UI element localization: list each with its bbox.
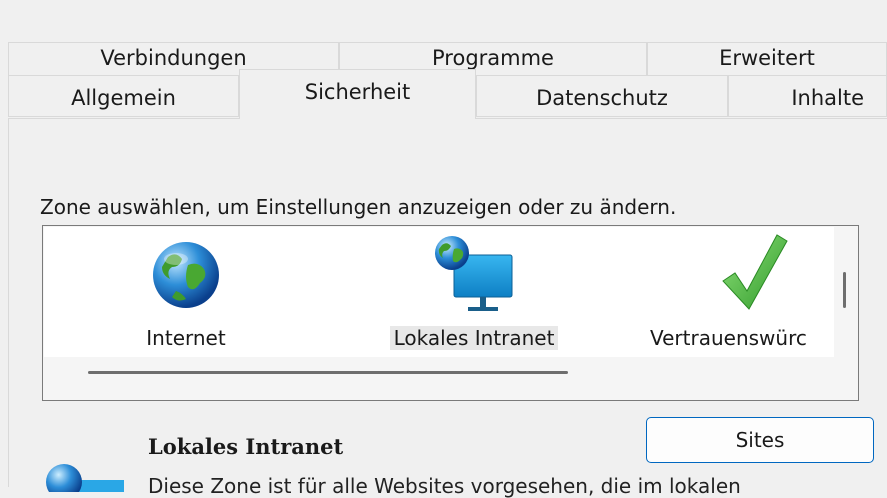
zone-label-internet: Internet bbox=[146, 326, 226, 350]
vertical-scroll-thumb[interactable] bbox=[843, 272, 846, 308]
horizontal-scroll-thumb[interactable] bbox=[88, 371, 568, 374]
zone-item-vertrauenswuerdige-sites[interactable]: Vertrauenswürc bbox=[644, 227, 834, 357]
zone-item-internet[interactable]: Internet bbox=[86, 227, 286, 357]
selected-zone-description: Diese Zone ist für alle Websites vorgese… bbox=[148, 474, 741, 498]
tab-inhalte[interactable]: Inhalte bbox=[728, 75, 887, 117]
tab-datenschutz[interactable]: Datenschutz bbox=[476, 75, 728, 117]
zone-list-vertical-scrollbar[interactable] bbox=[835, 232, 855, 372]
globe-icon bbox=[153, 242, 219, 308]
tab-allgemein[interactable]: Allgemein bbox=[8, 75, 239, 117]
zone-list-horizontal-scrollbar[interactable] bbox=[44, 362, 834, 382]
tab-sicherheit[interactable]: Sicherheit bbox=[239, 69, 476, 119]
zone-list-viewport: Internet Lokales Intranet Vertrauenswürc bbox=[44, 227, 834, 357]
intranet-monitor-icon bbox=[435, 236, 513, 311]
sites-button[interactable]: Sites bbox=[646, 417, 874, 463]
tab-erweitert[interactable]: Erweitert bbox=[647, 42, 887, 76]
zone-list[interactable]: Internet Lokales Intranet Vertrauenswürc bbox=[42, 225, 859, 401]
tab-row-front: Allgemein Sicherheit Datenschutz Inhalte bbox=[8, 69, 887, 121]
zone-prompt: Zone auswählen, um Einstellungen anzuzei… bbox=[40, 195, 677, 219]
zone-label-vertrauenswuerdige-sites: Vertrauenswürc bbox=[650, 326, 807, 350]
zone-label-lokales-intranet: Lokales Intranet bbox=[374, 323, 574, 353]
intranet-zone-icon bbox=[46, 464, 124, 492]
checkmark-icon bbox=[722, 234, 788, 310]
zone-item-lokales-intranet[interactable]: Lokales Intranet bbox=[374, 227, 574, 357]
selected-zone-title: Lokales Intranet bbox=[148, 434, 344, 459]
